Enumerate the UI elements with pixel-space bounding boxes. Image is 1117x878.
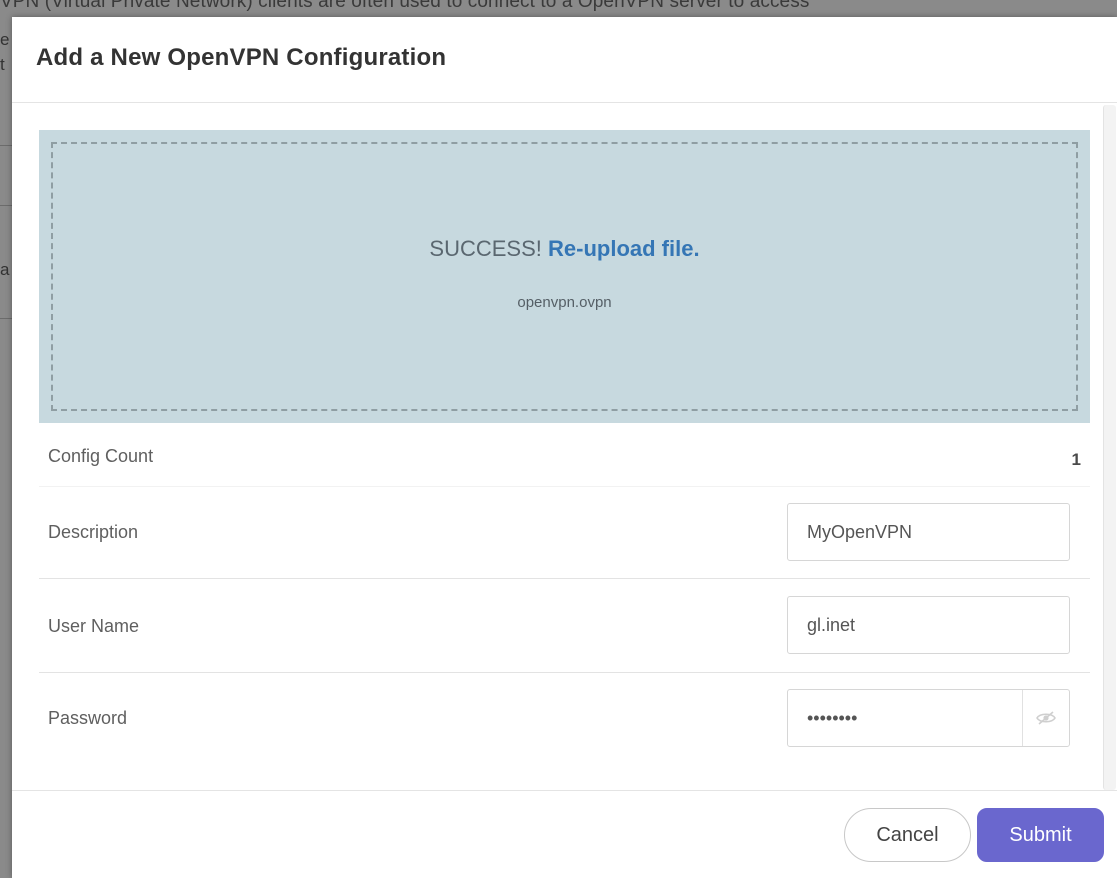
password-input[interactable] [788, 690, 1023, 746]
reupload-link[interactable]: Re-upload file. [548, 236, 700, 261]
modal-scrollbar[interactable] [1103, 105, 1116, 790]
description-input[interactable] [787, 503, 1070, 561]
username-row: User Name [39, 579, 1090, 673]
background-fragment: e [0, 30, 10, 49]
password-label: Password [48, 708, 128, 728]
modal-title: Add a New OpenVPN Configuration [36, 44, 447, 71]
cancel-button[interactable]: Cancel [844, 808, 971, 862]
background-fragment: a [0, 260, 10, 279]
upload-status: SUCCESS! Re-upload file. [39, 236, 1090, 262]
password-field [787, 689, 1070, 747]
password-visibility-toggle[interactable] [1022, 690, 1069, 746]
username-label: User Name [48, 616, 140, 636]
openvpn-config-modal: Add a New OpenVPN Configuration SUCCESS!… [12, 17, 1117, 878]
description-label: Description [48, 522, 139, 542]
config-count-row: Config Count 1 [39, 423, 1090, 487]
background-intro-text: VPN (Virtual Private Network) clients ar… [0, 0, 810, 12]
username-input[interactable] [787, 596, 1070, 654]
background-fragment: t [0, 55, 5, 74]
submit-button[interactable]: Submit [977, 808, 1104, 862]
description-row: Description [39, 487, 1090, 579]
uploaded-file-name: openvpn.ovpn [517, 294, 612, 311]
modal-header: Add a New OpenVPN Configuration [12, 17, 1117, 103]
password-row: Password [39, 673, 1090, 790]
eye-slash-icon [1036, 711, 1056, 725]
upload-dropzone[interactable]: SUCCESS! Re-upload file. openvpn.ovpn [39, 130, 1090, 423]
modal-footer: Cancel Submit [12, 790, 1117, 878]
config-count-label: Config Count [48, 446, 154, 466]
upload-dropzone-border [51, 142, 1078, 411]
config-count-value: 1 [1071, 450, 1081, 469]
upload-success-text: SUCCESS! [429, 236, 542, 261]
